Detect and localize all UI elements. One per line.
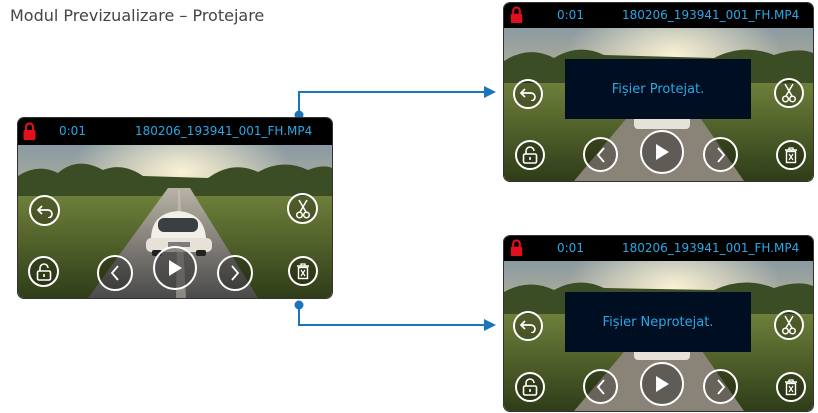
preview-screen-protected: 0:01 180206_193941_001_FH.MP4 Fișier Pro… — [504, 3, 813, 181]
cut-button[interactable] — [774, 78, 804, 108]
previous-button[interactable] — [97, 255, 133, 291]
next-button[interactable] — [217, 255, 253, 291]
protect-button[interactable] — [515, 140, 545, 170]
cut-button[interactable] — [774, 310, 804, 340]
play-button[interactable] — [640, 362, 684, 406]
playback-time: 0:01 — [557, 8, 584, 22]
scissors-icon — [782, 83, 796, 103]
delete-button[interactable] — [288, 256, 318, 286]
file-name: 180206_193941_001_FH.MP4 — [622, 241, 800, 255]
chevron-right-icon — [716, 146, 725, 163]
play-icon — [169, 260, 182, 276]
back-button[interactable] — [29, 195, 60, 226]
preview-screen-unprotected: 0:01 180206_193941_001_FH.MP4 Fișier Nep… — [504, 236, 813, 411]
trash-icon — [785, 379, 797, 396]
playback-time: 0:01 — [557, 241, 584, 255]
connector-to-unprotected — [294, 300, 496, 331]
protected-message: Fișier Protejat. — [611, 81, 705, 97]
unprotected-message-box: Fișier Neprotejat. — [565, 292, 751, 352]
next-button[interactable] — [703, 369, 738, 404]
chevron-right-icon — [716, 378, 725, 395]
back-arrow-icon — [36, 204, 53, 218]
play-icon — [656, 144, 669, 160]
back-button[interactable] — [513, 79, 543, 109]
file-name: 180206_193941_001_FH.MP4 — [135, 124, 313, 138]
cut-button[interactable] — [287, 193, 318, 224]
lock-icon — [23, 122, 36, 140]
preview-screen-main: 0:01 180206_193941_001_FH.MP4 — [18, 118, 332, 298]
status-bar: 0:01 180206_193941_001_FH.MP4 — [504, 236, 813, 261]
protect-button[interactable] — [515, 372, 545, 402]
protect-button[interactable] — [28, 256, 59, 287]
scissors-icon — [782, 315, 796, 335]
unprotected-message: Fișier Neprotejat. — [602, 314, 714, 330]
chevron-left-icon — [596, 146, 605, 163]
scissors-icon — [295, 199, 310, 219]
chevron-left-icon — [110, 265, 119, 281]
lock-icon — [510, 6, 523, 24]
previous-button[interactable] — [583, 137, 618, 172]
play-button[interactable] — [640, 130, 684, 174]
file-name: 180206_193941_001_FH.MP4 — [622, 8, 800, 22]
play-icon — [656, 376, 669, 392]
protected-message-box: Fișier Protejat. — [565, 59, 751, 119]
padlock-icon — [522, 146, 538, 164]
status-bar: 0:01 180206_193941_001_FH.MP4 — [504, 3, 813, 28]
next-button[interactable] — [703, 137, 738, 172]
connector-to-protected — [294, 86, 496, 120]
back-arrow-icon — [519, 88, 536, 101]
chevron-right-icon — [231, 265, 240, 281]
delete-button[interactable] — [776, 140, 806, 170]
back-arrow-icon — [519, 320, 536, 333]
lock-icon — [510, 239, 523, 257]
play-button[interactable] — [153, 246, 197, 290]
back-button[interactable] — [513, 311, 543, 341]
playback-time: 0:01 — [59, 124, 86, 138]
padlock-icon — [36, 262, 51, 281]
previous-button[interactable] — [583, 369, 618, 404]
chevron-left-icon — [596, 378, 605, 395]
padlock-icon — [522, 378, 538, 396]
trash-icon — [785, 147, 797, 164]
trash-icon — [297, 263, 309, 280]
delete-button[interactable] — [776, 372, 806, 402]
status-bar: 0:01 180206_193941_001_FH.MP4 — [18, 118, 332, 145]
